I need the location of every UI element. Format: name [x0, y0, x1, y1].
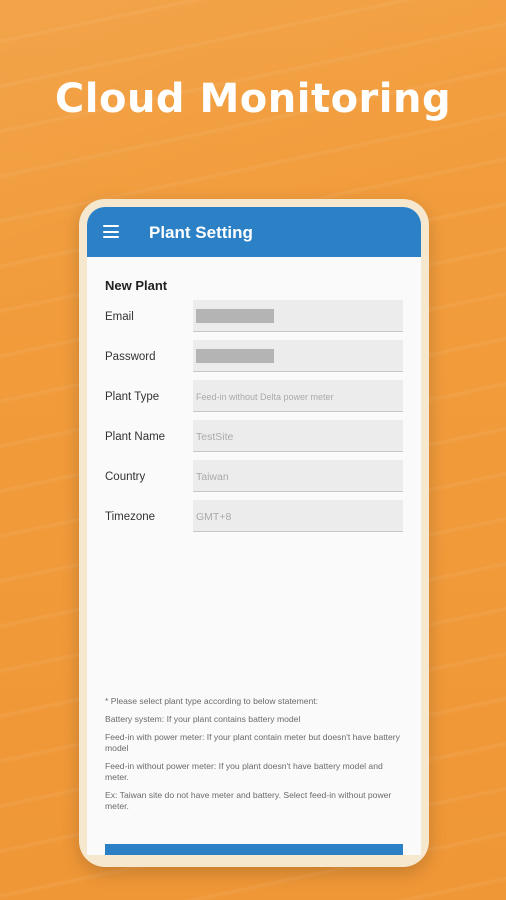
email-field[interactable] — [193, 300, 403, 332]
timezone-row: Timezone GMT+8 — [105, 500, 405, 534]
note-without-meter: Feed-in without power meter: If you plan… — [105, 761, 383, 782]
country-field[interactable]: Taiwan — [193, 460, 403, 492]
plant-type-field[interactable]: Feed-in without Delta power meter — [193, 380, 403, 412]
plant-name-label: Plant Name — [105, 431, 166, 443]
email-row: Email — [105, 300, 405, 334]
note-battery: Battery system: If your plant contains b… — [105, 714, 301, 724]
password-field[interactable] — [193, 340, 403, 372]
page-title: Plant Setting — [149, 223, 253, 242]
timezone-field[interactable]: GMT+8 — [193, 500, 403, 532]
app-screen: Plant Setting New Plant Email Password P… — [87, 207, 421, 855]
plant-type-label: Plant Type — [105, 391, 160, 403]
hamburger-menu-icon[interactable] — [103, 225, 119, 238]
email-label: Email — [105, 311, 134, 323]
country-row: Country Taiwan — [105, 460, 405, 494]
note-with-meter: Feed-in with power meter: If your plant … — [105, 732, 400, 753]
timezone-label: Timezone — [105, 511, 156, 523]
submit-button[interactable] — [105, 844, 403, 855]
headline: Cloud Monitoring — [54, 76, 452, 122]
masked-value — [196, 309, 274, 323]
app-bar: Plant Setting — [87, 207, 421, 257]
password-label: Password — [105, 351, 156, 363]
password-row: Password — [105, 340, 405, 374]
note-intro: * Please select plant type according to … — [105, 696, 319, 706]
plant-name-row: Plant Name TestSite — [105, 420, 405, 454]
plant-type-row: Plant Type Feed-in without Delta power m… — [105, 380, 405, 414]
masked-value — [196, 349, 274, 363]
plant-type-notes: * Please select plant type according to … — [105, 696, 405, 819]
note-example: Ex: Taiwan site do not have meter and ba… — [105, 790, 392, 811]
country-label: Country — [105, 471, 146, 483]
plant-name-field[interactable]: TestSite — [193, 420, 403, 452]
section-title: New Plant — [105, 278, 168, 293]
